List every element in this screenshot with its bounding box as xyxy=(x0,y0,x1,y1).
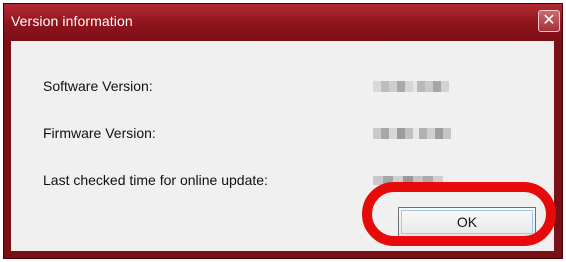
dialog-content: Software Version: Firmware Version: Last… xyxy=(11,41,554,251)
ok-button[interactable]: OK xyxy=(398,207,536,237)
close-icon: ✕ xyxy=(542,12,556,29)
software-version-label: Software Version: xyxy=(43,78,153,94)
firmware-version-value-redacted xyxy=(373,128,451,139)
firmware-version-label: Firmware Version: xyxy=(43,125,156,141)
software-version-value-redacted xyxy=(373,81,449,92)
last-checked-label: Last checked time for online update: xyxy=(43,172,268,188)
title-bar[interactable]: Version information ✕ xyxy=(4,4,562,40)
last-checked-value-redacted xyxy=(373,176,443,185)
version-info-dialog: Version information ✕ Software Version: … xyxy=(3,3,563,259)
dialog-title: Version information xyxy=(11,13,133,29)
close-button[interactable]: ✕ xyxy=(538,10,560,32)
